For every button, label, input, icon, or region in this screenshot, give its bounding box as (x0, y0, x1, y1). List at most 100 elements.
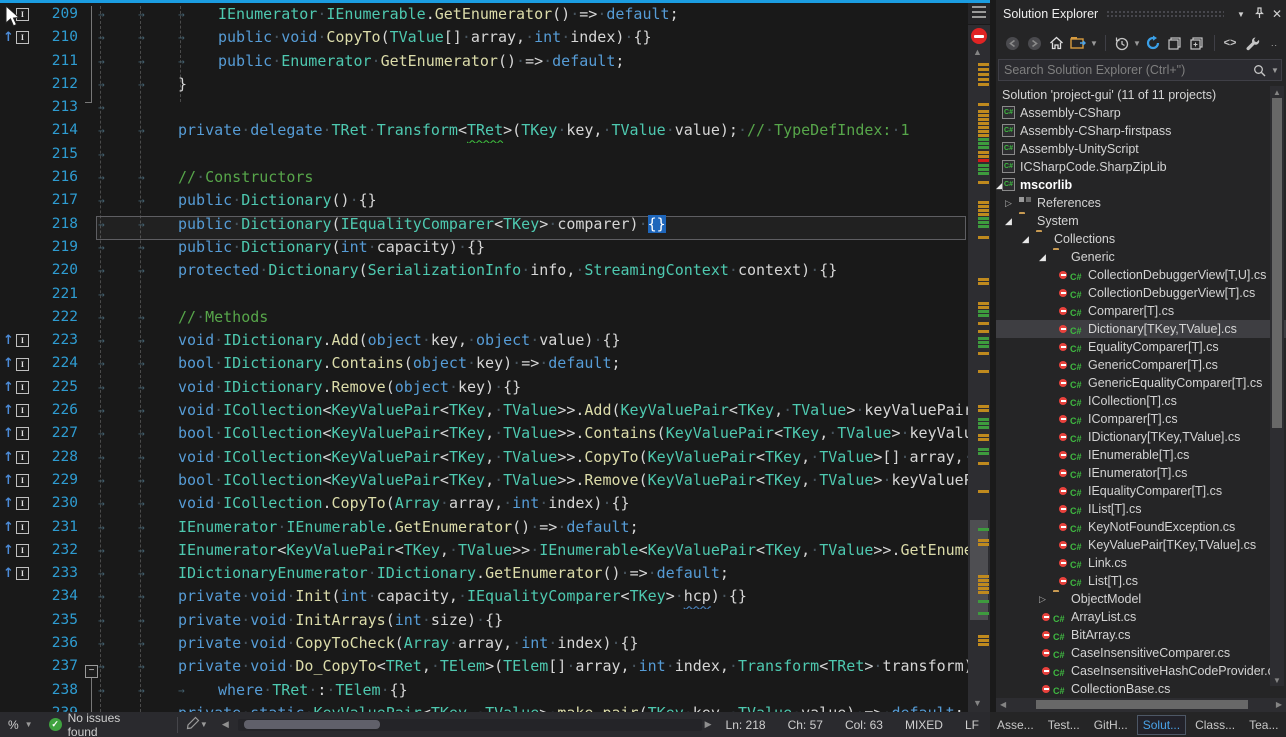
code-text[interactable]: →→void·IDictionary.Remove(object·key)·{} (96, 376, 968, 399)
fold-margin[interactable] (78, 492, 96, 515)
fold-margin[interactable] (78, 446, 96, 469)
line-number[interactable]: 239 (44, 702, 78, 712)
tree-item-folder[interactable]: ◢Generic (996, 248, 1286, 266)
collapse-all-icon[interactable] (1165, 34, 1185, 52)
code-editor[interactable]: − ↑I209→→→IEnumerator·IEnumerable.GetEnu… (0, 0, 990, 712)
line-number[interactable]: 229 (44, 469, 78, 492)
chevron-down-icon[interactable]: ▼ (1090, 39, 1100, 48)
line-number[interactable]: 211 (44, 50, 78, 73)
tree-item-file[interactable]: C#IComparer[T].cs (996, 410, 1286, 428)
history-filter-icon[interactable] (1111, 34, 1131, 52)
tree-item-file[interactable]: C#ICollection[T].cs (996, 392, 1286, 410)
tree-item-project[interactable]: C#Assembly-CSharp-firstpass (996, 122, 1286, 140)
code-line[interactable]: ↑I228→→void·ICollection<KeyValuePair<TKe… (0, 446, 968, 469)
chevron-down-icon[interactable]: ▼ (200, 720, 210, 729)
tree-item-file[interactable]: C#BitArray.cs (996, 626, 1286, 644)
code-text[interactable]: →→//·Methods (96, 306, 968, 329)
line-number[interactable]: 223 (44, 329, 78, 352)
tree-item-references[interactable]: ▷References (996, 194, 1286, 212)
code-text[interactable]: →→private·void·Init(int·capacity,·IEqual… (96, 585, 968, 608)
code-line[interactable]: 236→→private·void·CopyToCheck(Array·arra… (0, 632, 968, 655)
tree-item-file[interactable]: C#IEnumerator[T].cs (996, 464, 1286, 482)
code-line[interactable]: 219→→public·Dictionary(int·capacity)·{} (0, 236, 968, 259)
fold-margin[interactable] (78, 516, 96, 539)
override-indicator-icon[interactable]: ↑I (0, 329, 44, 352)
line-number[interactable]: 209 (44, 3, 78, 26)
override-indicator-icon[interactable]: ↑I (0, 469, 44, 492)
scrollbar-thumb[interactable] (1036, 700, 1248, 709)
code-line[interactable]: ↑I227→→bool·ICollection<KeyValuePair<TKe… (0, 422, 968, 445)
line-number[interactable]: 236 (44, 632, 78, 655)
tree-item-file[interactable]: C#CollectionBase.cs (996, 680, 1286, 698)
line-number[interactable]: 217 (44, 189, 78, 212)
fold-margin[interactable] (78, 702, 96, 712)
tree-item-folder[interactable]: ◢System (996, 212, 1286, 230)
code-line[interactable]: 217 →→public·Dictionary()·{} (0, 189, 968, 212)
expander-expanded-icon[interactable]: ◢ (1005, 212, 1012, 230)
fold-margin[interactable] (78, 306, 96, 329)
fold-margin[interactable] (78, 329, 96, 352)
scroll-down-arrow[interactable]: ▼ (1273, 676, 1281, 685)
tree-horizontal-scrollbar[interactable]: ◀ ▶ (996, 698, 1286, 712)
tree-item-file[interactable]: C#GenericComparer[T].cs (996, 356, 1286, 374)
line-number[interactable]: 231 (44, 516, 78, 539)
search-box[interactable]: Search Solution Explorer (Ctrl+") ▼ (998, 59, 1282, 81)
line-number[interactable]: 220 (44, 259, 78, 282)
line-number[interactable]: 226 (44, 399, 78, 422)
fold-margin[interactable] (78, 166, 96, 189)
code-text[interactable]: →→private·void·InitArrays(int·size)·{} (96, 609, 968, 632)
home-icon[interactable] (1046, 34, 1066, 52)
fold-margin[interactable] (78, 119, 96, 142)
override-indicator-icon[interactable]: ↑I (0, 446, 44, 469)
code-line[interactable]: ↑I232→→IEnumerator<KeyValuePair<TKey,·TV… (0, 539, 968, 562)
tree-item-file[interactable]: C#CollectionDebuggerView[T,U].cs (996, 266, 1286, 284)
tool-window-tab[interactable]: Asse... (992, 716, 1039, 734)
scroll-down-arrow[interactable]: ▼ (973, 698, 982, 708)
line-number[interactable]: 228 (44, 446, 78, 469)
code-line[interactable]: ↑I226→→void·ICollection<KeyValuePair<TKe… (0, 399, 968, 422)
line-number[interactable]: 227 (44, 422, 78, 445)
scroll-right-arrow[interactable]: ▶ (1276, 700, 1282, 709)
scrollbar-thumb[interactable] (1272, 98, 1282, 428)
line-number[interactable]: 233 (44, 562, 78, 585)
line-number[interactable]: 221 (44, 283, 78, 306)
code-line[interactable]: ↑I210→→→public·void·CopyTo(TValue[]·arra… (0, 26, 968, 49)
tree-item-file[interactable]: C#IDictionary[TKey,TValue].cs (996, 428, 1286, 446)
override-indicator-icon[interactable]: ↑I (0, 352, 44, 375)
tree-item-project[interactable]: C#Assembly-CSharp (996, 104, 1286, 122)
code-text[interactable]: →→bool·ICollection<KeyValuePair<TKey,·TV… (96, 469, 968, 492)
code-line[interactable]: 216→→//·Constructors (0, 166, 968, 189)
code-text[interactable]: →→void·ICollection.CopyTo(Array·array,·i… (96, 492, 968, 515)
override-indicator-icon[interactable]: ↑I (0, 376, 44, 399)
code-text[interactable]: →→public·Dictionary()·{} (96, 189, 968, 212)
fold-margin[interactable] (78, 679, 96, 702)
code-line[interactable]: 222 →→//·Methods (0, 306, 968, 329)
code-text[interactable]: →→//·Constructors (96, 166, 968, 189)
code-line[interactable]: ↑I229 →→bool·ICollection<KeyValuePair<TKe… (0, 469, 968, 492)
tree-item-file[interactable]: C#EqualityComparer[T].cs (996, 338, 1286, 356)
code-text[interactable]: →→private·delegate·TRet·Transform<TRet>(… (96, 119, 968, 142)
drag-grip[interactable] (1106, 10, 1224, 18)
code-text[interactable]: →→protected·Dictionary(SerializationInfo… (96, 259, 968, 282)
code-line[interactable]: ↑I225→→void·IDictionary.Remove(object·ke… (0, 376, 968, 399)
tree-item-file[interactable]: C#Comparer[T].cs (996, 302, 1286, 320)
editor-vertical-scrollbar[interactable]: ▲ ▼ (968, 0, 990, 712)
tree-item-file[interactable]: C#CollectionDebuggerView[T].cs (996, 284, 1286, 302)
line-number[interactable]: 222 (44, 306, 78, 329)
fold-margin[interactable] (78, 50, 96, 73)
code-text[interactable]: → (96, 283, 968, 306)
search-input[interactable]: Search Solution Explorer (Ctrl+") (999, 63, 1249, 77)
code-text[interactable]: → (96, 96, 968, 119)
code-text[interactable]: → (96, 143, 968, 166)
fold-margin[interactable] (78, 3, 96, 26)
code-line[interactable]: 234 →→private·void·Init(int·capacity,·IEq… (0, 585, 968, 608)
fold-margin[interactable] (78, 609, 96, 632)
code-line[interactable]: 211→→→public·Enumerator·GetEnumerator()·… (0, 50, 968, 73)
fold-margin[interactable] (78, 213, 96, 236)
line-number[interactable]: 232 (44, 539, 78, 562)
zoom-level[interactable]: % (8, 718, 19, 732)
fold-margin[interactable] (78, 539, 96, 562)
code-text[interactable]: →→bool·ICollection<KeyValuePair<TKey,·TV… (96, 422, 968, 445)
line-number[interactable]: 234 (44, 585, 78, 608)
code-line[interactable]: ↑I209→→→IEnumerator·IEnumerable.GetEnume… (0, 3, 968, 26)
